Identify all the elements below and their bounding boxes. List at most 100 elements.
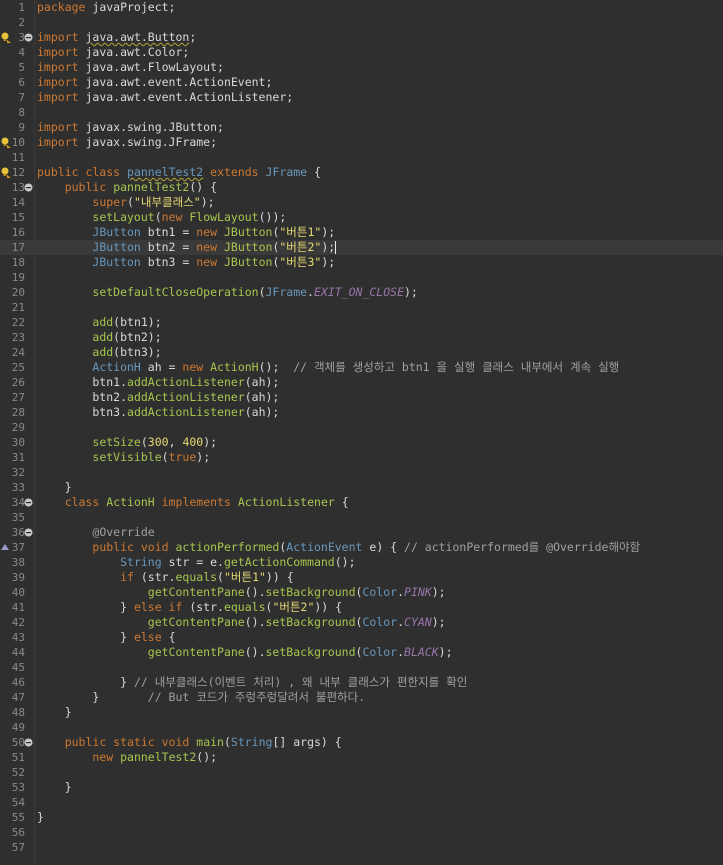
code-text: btn2.addActionListener(ah); xyxy=(37,390,279,405)
code-line[interactable]: 52 xyxy=(0,765,723,780)
code-line[interactable]: 29 xyxy=(0,420,723,435)
code-line[interactable]: 3 import java.awt.Button; xyxy=(0,30,723,45)
code-line[interactable]: 35 xyxy=(0,510,723,525)
fold-collapse-icon[interactable] xyxy=(24,33,33,42)
code-line[interactable]: 20 setDefaultCloseOperation(JFrame.EXIT_… xyxy=(0,285,723,300)
code-line[interactable]: 44 getContentPane().setBackground(Color.… xyxy=(0,645,723,660)
code-token: btn3 = xyxy=(140,255,197,269)
code-line[interactable]: 32 xyxy=(0,465,723,480)
code-line[interactable]: 22 add(btn1); xyxy=(0,315,723,330)
code-line[interactable]: 18 JButton btn3 = new JButton("버튼3"); xyxy=(0,255,723,270)
code-token: btn2 = xyxy=(140,240,197,254)
code-line[interactable]: 50 public static void main(String[] args… xyxy=(0,735,723,750)
code-text: getContentPane().setBackground(Color.CYA… xyxy=(37,615,446,630)
code-line[interactable]: 9 import javax.swing.JButton; xyxy=(0,120,723,135)
code-line[interactable]: 6 import java.awt.event.ActionEvent; xyxy=(0,75,723,90)
code-line[interactable]: 24 add(btn3); xyxy=(0,345,723,360)
code-token: add xyxy=(92,345,114,359)
code-line[interactable]: 23 add(btn2); xyxy=(0,330,723,345)
code-line[interactable]: 27 btn2.addActionListener(ah); xyxy=(0,390,723,405)
code-line[interactable]: 48 } xyxy=(0,705,723,720)
code-line[interactable]: 54 xyxy=(0,795,723,810)
code-token: e) { xyxy=(362,540,405,554)
code-text: add(btn3); xyxy=(37,345,161,360)
code-line[interactable]: 31 setVisible(true); xyxy=(0,450,723,465)
code-line[interactable]: 7 import java.awt.event.ActionListener; xyxy=(0,90,723,105)
code-token: } xyxy=(37,630,134,644)
code-line[interactable]: 57 xyxy=(0,840,723,855)
code-line[interactable]: 51 new pannelTest2(); xyxy=(0,750,723,765)
code-line[interactable]: 26 btn1.addActionListener(ah); xyxy=(0,375,723,390)
code-line[interactable]: 38 String str = e.getActionCommand(); xyxy=(0,555,723,570)
code-token: import xyxy=(37,120,79,134)
code-line[interactable]: 45 xyxy=(0,660,723,675)
code-token: } xyxy=(37,675,134,689)
fold-collapse-icon[interactable] xyxy=(24,498,33,507)
code-line[interactable]: 34 class ActionH implements ActionListen… xyxy=(0,495,723,510)
code-token: , xyxy=(168,435,183,449)
code-line[interactable]: 15 setLayout(new FlowLayout()); xyxy=(0,210,723,225)
fold-collapse-icon[interactable] xyxy=(24,738,33,747)
code-line[interactable]: 41 } else if (str.equals("버튼2")) { xyxy=(0,600,723,615)
line-number: 14 xyxy=(11,196,25,209)
code-token: Color xyxy=(362,645,398,659)
code-line[interactable]: 47 } // But 코드가 주렁주렁달려서 불편하다. xyxy=(0,690,723,705)
code-token: JButton xyxy=(92,255,141,269)
fold-collapse-icon[interactable] xyxy=(24,183,33,192)
code-line[interactable]: 39 if (str.equals("버튼1")) { xyxy=(0,570,723,585)
code-line[interactable]: 19 xyxy=(0,270,723,285)
code-line[interactable]: 10 import javax.swing.JFrame; xyxy=(0,135,723,150)
code-token: . xyxy=(397,645,405,659)
code-token: { xyxy=(161,630,176,644)
code-token: (); xyxy=(196,750,218,764)
line-number: 43 xyxy=(11,631,25,644)
code-line[interactable]: 2 xyxy=(0,15,723,30)
code-line[interactable]: 14 super("내부클래스"); xyxy=(0,195,723,210)
warning-lightbulb-icon[interactable] xyxy=(0,136,12,149)
code-line[interactable]: 56 xyxy=(0,825,723,840)
code-line[interactable]: 11 xyxy=(0,150,723,165)
code-line[interactable]: 5 import java.awt.FlowLayout; xyxy=(0,60,723,75)
line-number: 26 xyxy=(11,376,25,389)
code-line[interactable]: 21 xyxy=(0,300,723,315)
code-line[interactable]: 28 btn3.addActionListener(ah); xyxy=(0,405,723,420)
code-token: true xyxy=(168,450,197,464)
code-line[interactable]: 33 } xyxy=(0,480,723,495)
code-line[interactable]: 17 JButton btn2 = new JButton("버튼2"); xyxy=(0,240,723,255)
code-line[interactable]: 13 public pannelTest2() { xyxy=(0,180,723,195)
code-line[interactable]: 49 xyxy=(0,720,723,735)
code-line[interactable]: 53 } xyxy=(0,780,723,795)
code-text: add(btn1); xyxy=(37,315,161,330)
code-line[interactable]: 43 } else { xyxy=(0,630,723,645)
code-text: setSize(300, 400); xyxy=(37,435,217,450)
code-line[interactable]: 36 @Override xyxy=(0,525,723,540)
override-triangle-icon[interactable] xyxy=(0,541,12,554)
fold-collapse-icon[interactable] xyxy=(24,528,33,537)
code-line[interactable]: 16 JButton btn1 = new JButton("버튼1"); xyxy=(0,225,723,240)
code-line[interactable]: 25 ActionH ah = new ActionH(); // 객체를 생성… xyxy=(0,360,723,375)
code-line[interactable]: 8 xyxy=(0,105,723,120)
code-line[interactable]: 55} xyxy=(0,810,723,825)
code-line[interactable]: 1 package javaProject; xyxy=(0,0,723,15)
code-line[interactable]: 30 setSize(300, 400); xyxy=(0,435,723,450)
code-token: JButton xyxy=(223,255,273,269)
code-line[interactable]: 40 getContentPane().setBackground(Color.… xyxy=(0,585,723,600)
code-line[interactable]: 37 public void actionPerformed(ActionEve… xyxy=(0,540,723,555)
line-number: 45 xyxy=(11,661,25,674)
line-number: 20 xyxy=(11,286,25,299)
code-line[interactable]: 4 import java.awt.Color; xyxy=(0,45,723,60)
code-line[interactable]: 42 getContentPane().setBackground(Color.… xyxy=(0,615,723,630)
code-token: javax.swing.JFrame; xyxy=(78,135,218,149)
code-line[interactable]: 46 } // 내부클래스(이벤트 처리) , 왜 내부 클래스가 편한지를 확… xyxy=(0,675,723,690)
line-number: 53 xyxy=(11,781,25,794)
warning-lightbulb-icon[interactable] xyxy=(0,166,12,179)
warning-lightbulb-icon[interactable] xyxy=(0,31,12,44)
code-editor[interactable]: 1 package javaProject; 2 3 import java.awt.B… xyxy=(0,0,723,865)
code-line[interactable]: 12 public class pannelTest2 extends JFram… xyxy=(0,165,723,180)
code-text: import javax.swing.JButton; xyxy=(37,120,224,135)
